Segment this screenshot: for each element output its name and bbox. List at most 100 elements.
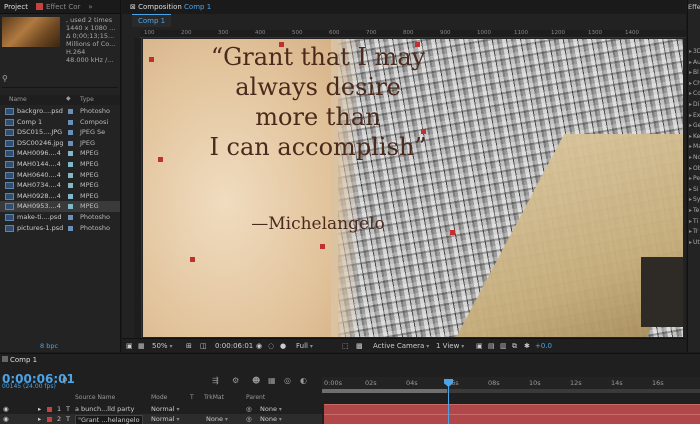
tab-effect-controls[interactable]: Effect Cor (32, 3, 84, 11)
graph-editor-icon[interactable]: ◐ (300, 376, 307, 385)
layer-duration-bar[interactable] (324, 414, 700, 424)
exposure-reset-icon[interactable]: ✱ (524, 339, 530, 353)
col-t[interactable]: T (190, 394, 194, 401)
project-search-input[interactable]: ⚲ (2, 74, 118, 88)
toggle-pixel-aspect-icon[interactable]: ▣ (476, 339, 483, 353)
transform-handle[interactable] (279, 42, 284, 47)
project-file-item[interactable]: DSC015....JPG JPEG Se (0, 127, 120, 138)
label-color[interactable] (68, 119, 73, 125)
layer-name[interactable]: a bunch...lld party (75, 404, 134, 414)
composition-tab-name[interactable]: Comp 1 (184, 3, 211, 11)
label-color[interactable] (47, 407, 52, 412)
views-dropdown[interactable]: 1 View (436, 339, 464, 354)
composition-tab-prefix[interactable]: Composition (138, 3, 182, 11)
transform-handle[interactable] (158, 157, 163, 162)
bit-depth-button[interactable]: 8 bpc (0, 340, 120, 352)
work-area-bar[interactable] (322, 389, 700, 393)
parent-dropdown[interactable]: None (260, 414, 282, 424)
grid-icon[interactable]: ▦ (138, 339, 145, 353)
effect-category-item[interactable]: Tr (689, 228, 698, 235)
transform-handle[interactable] (190, 257, 195, 262)
mask-icon[interactable]: ◫ (200, 339, 207, 353)
layer-duration-bar[interactable] (324, 404, 700, 414)
label-color[interactable] (68, 215, 73, 220)
fast-preview-icon[interactable]: ▤ (488, 339, 495, 353)
tab-effects[interactable]: Effe (688, 0, 700, 14)
transform-handle[interactable] (415, 42, 420, 47)
project-file-item[interactable]: pictures-1.psd Photosho (0, 223, 120, 234)
effect-category-item[interactable]: Pe (689, 175, 700, 182)
expand-arrow-icon[interactable]: ▸ (38, 404, 41, 414)
expand-icon[interactable]: » (84, 3, 96, 11)
project-file-item[interactable]: MAH0096....4 MPEG (0, 148, 120, 159)
col-name[interactable]: Name (9, 96, 27, 103)
label-color[interactable] (68, 140, 73, 146)
col-parent[interactable]: Parent (246, 394, 265, 401)
zoom-dropdown[interactable]: 50% (152, 339, 172, 354)
shy-layers-icon[interactable]: ☻ (252, 376, 260, 385)
tab-project[interactable]: Project (0, 3, 32, 11)
visibility-eye-icon[interactable]: ◉ (3, 414, 9, 424)
effect-category-item[interactable]: Co (689, 90, 700, 97)
effect-category-item[interactable]: Di (689, 101, 699, 108)
project-file-item[interactable]: MAH0734....4 MPEG (0, 180, 120, 191)
expand-arrow-icon[interactable]: ▸ (38, 414, 41, 424)
safe-area-icon[interactable]: ⊞ (186, 339, 192, 353)
effect-category-item[interactable]: Si (689, 186, 698, 193)
transform-handle[interactable] (320, 244, 325, 249)
work-area-selection[interactable] (322, 389, 447, 393)
effect-category-item[interactable]: Sy (689, 196, 700, 203)
layer-name[interactable]: "Grant ...helangelo (75, 415, 143, 424)
effect-category-item[interactable]: Bl (689, 69, 699, 76)
timeline-search-icon[interactable]: ⚲ (62, 376, 68, 385)
label-color[interactable] (68, 193, 73, 199)
snapshot-icon[interactable]: ◉ (256, 339, 262, 353)
draft-3d-icon[interactable]: ⚙ (232, 376, 239, 385)
effect-category-item[interactable]: 3D (689, 48, 700, 55)
camera-dropdown[interactable]: Active Camera (373, 339, 429, 354)
effect-category-item[interactable]: Ob (689, 165, 700, 172)
transparency-grid-icon[interactable]: ▩ (356, 339, 363, 353)
project-file-item[interactable]: MAH0953....4 MPEG (0, 201, 120, 212)
project-file-item[interactable]: MAH0640....4 MPEG (0, 170, 120, 181)
label-color[interactable] (68, 151, 73, 157)
effect-category-item[interactable]: Ti (689, 218, 698, 225)
label-color[interactable] (68, 204, 73, 210)
color-channel-icon[interactable]: ● (280, 339, 286, 353)
label-color[interactable] (68, 162, 73, 167)
project-file-item[interactable]: make-ti....psd Photosho (0, 212, 120, 223)
effect-category-item[interactable]: Ge (689, 122, 700, 129)
timeline-icon[interactable]: ▥ (500, 339, 507, 353)
col-mode[interactable]: Mode (151, 394, 167, 401)
effect-category-item[interactable]: Ex (689, 112, 700, 119)
parent-icon[interactable]: ◎ (246, 404, 252, 414)
transform-handle[interactable] (149, 57, 154, 62)
transform-handle[interactable] (421, 129, 426, 134)
project-file-item[interactable]: MAH0928....4 MPEG (0, 191, 120, 202)
project-file-item[interactable]: DSC00246.jpg JPEG (0, 138, 120, 149)
frame-blending-icon[interactable]: ▦ (268, 376, 276, 385)
col-trkmat[interactable]: TrkMat (204, 394, 224, 401)
col-source-name[interactable]: Source Name (75, 394, 115, 401)
transform-handle[interactable] (450, 230, 455, 235)
resolution-dropdown[interactable]: Full (296, 339, 313, 354)
timeline-tab[interactable]: Comp 1 (10, 354, 37, 366)
region-of-interest-icon[interactable]: ⬚ (342, 339, 349, 353)
effect-category-item[interactable]: Te (689, 207, 699, 214)
show-snapshot-icon[interactable]: ◌ (268, 339, 274, 353)
parent-icon[interactable]: ◎ (246, 414, 252, 424)
label-color[interactable] (68, 225, 73, 231)
label-color[interactable] (68, 130, 73, 136)
label-color[interactable] (68, 109, 73, 114)
col-type[interactable]: Type (80, 96, 94, 103)
effect-category-item[interactable]: Ma (689, 143, 700, 150)
current-time-indicator[interactable] (448, 382, 449, 424)
layer-row[interactable]: ◉ ▸ 2 T "Grant ...helangelo Normal None … (0, 414, 322, 424)
effect-category-item[interactable]: No (689, 154, 700, 161)
label-color[interactable] (47, 417, 52, 422)
layer-row[interactable]: ◉ ▸ 1 T a bunch...lld party Normal ◎ Non… (0, 404, 322, 414)
composition-viewer[interactable]: “Grant that I may always desire more tha… (143, 39, 683, 337)
flowchart-icon[interactable]: ⧉ (512, 339, 517, 353)
attribution-text[interactable]: —Michelangelo (208, 214, 428, 234)
effect-category-item[interactable]: Au (689, 59, 700, 66)
